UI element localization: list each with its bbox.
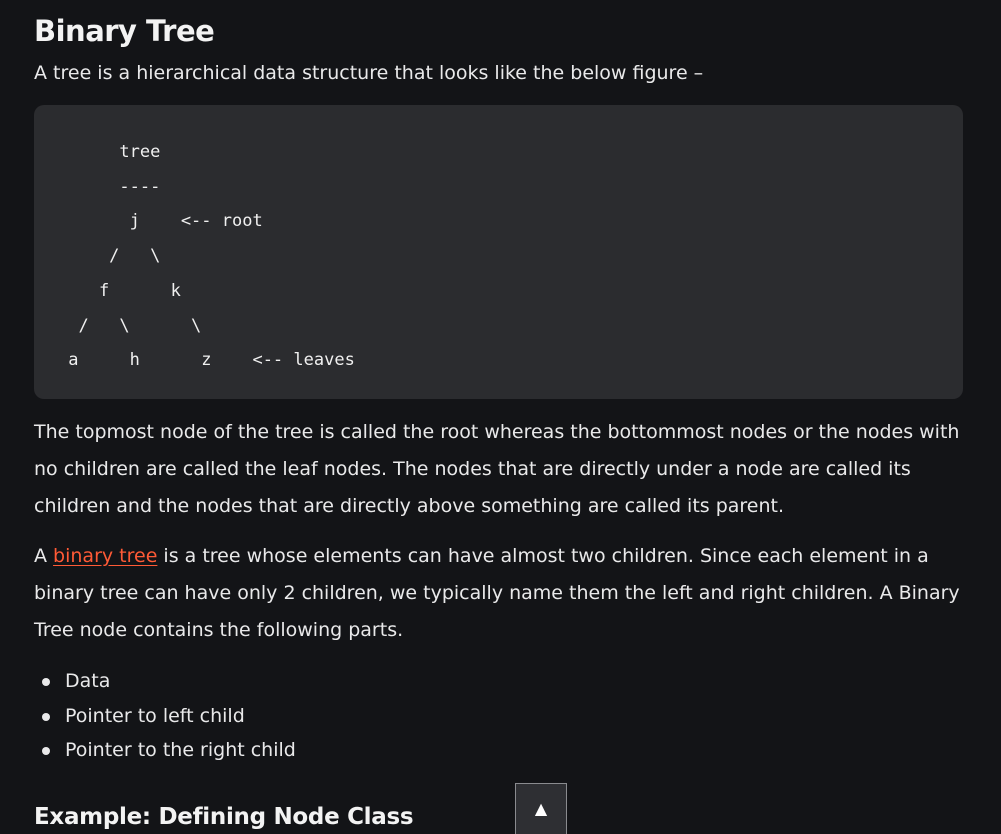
code-block: tree ---- j <-- root / \ f k / \ \ a h z… (34, 105, 963, 399)
bullet-icon (42, 678, 50, 686)
list-item: Data (42, 664, 963, 699)
list-item-label: Pointer to the right child (65, 739, 296, 761)
node-parts-list: Data Pointer to left child Pointer to th… (34, 664, 963, 768)
scroll-to-top-button[interactable]: ▲ (515, 783, 567, 834)
intro-text: A tree is a hierarchical data structure … (34, 62, 704, 84)
bullet-icon (42, 747, 50, 755)
paragraph-tree-terms: The topmost node of the tree is called t… (34, 421, 960, 517)
list-item: Pointer to left child (42, 699, 963, 734)
list-item-label: Pointer to left child (65, 704, 245, 727)
binary-tree-link[interactable]: binary tree (53, 545, 157, 567)
up-triangle-icon: ▲ (534, 799, 548, 818)
paragraph-suffix: is a tree whose elements can have almost… (34, 545, 960, 641)
tree-diagram-code: tree ---- j <-- root / \ f k / \ \ a h z… (68, 142, 355, 371)
section-heading: Example: Defining Node Class (34, 804, 414, 830)
list-item-label: Data (65, 670, 111, 692)
article-page: Binary Tree A tree is a hierarchical dat… (0, 0, 1001, 834)
bullet-icon (42, 712, 50, 721)
paragraph-binary-tree: A binary tree is a tree whose elements c… (34, 538, 963, 649)
list-item: Pointer to the right child (42, 733, 963, 768)
page-title: Binary Tree (34, 14, 215, 48)
paragraph-prefix: A (34, 545, 54, 567)
